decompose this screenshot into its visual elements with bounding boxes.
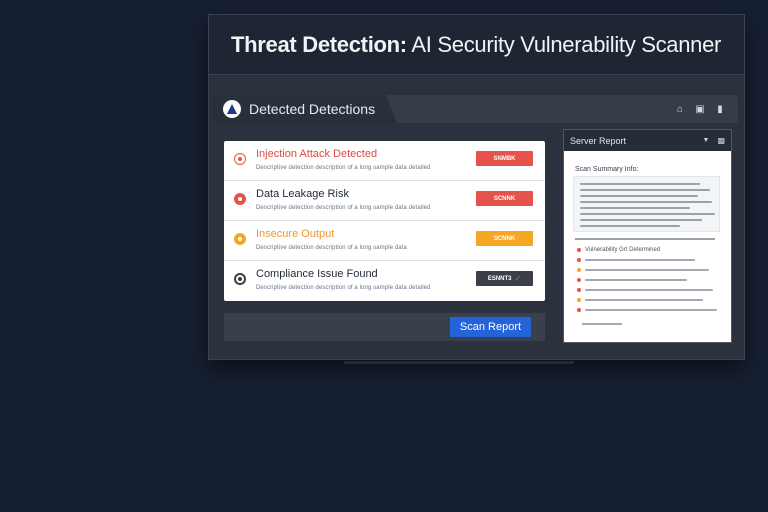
finding-item xyxy=(577,256,695,264)
shadow-divider xyxy=(344,361,574,364)
title-bar: Threat Detection: AI Security Vulnerabil… xyxy=(209,15,744,75)
toolbar-icons: ⌂ ▣ ▮ xyxy=(674,104,738,115)
home-icon[interactable]: ⌂ xyxy=(674,104,686,115)
threat-action-button[interactable]: ESNNT3 ✓ xyxy=(476,271,533,286)
threat-title: Compliance Issue Found xyxy=(256,268,378,280)
threat-description: Descriptive detection description of a l… xyxy=(256,285,431,291)
chevron-down-icon[interactable]: ▼ xyxy=(703,137,710,144)
divider xyxy=(575,238,715,240)
threat-row[interactable]: Insecure Output Descriptive detection de… xyxy=(224,221,545,261)
threat-row[interactable]: Injection Attack Detected Descriptive de… xyxy=(224,141,545,181)
summary-label: Scan Summary Info: xyxy=(575,166,639,173)
toolbar: Detected Detections ⌂ ▣ ▮ xyxy=(213,95,738,123)
bookmark-icon[interactable]: ▮ xyxy=(714,104,726,115)
finding-item xyxy=(577,266,709,274)
alert-icon xyxy=(234,193,246,205)
app-title-bold: Threat Detection: xyxy=(231,31,407,57)
tab-detected-detections[interactable]: Detected Detections xyxy=(213,95,397,123)
expand-icon[interactable]: ▩ xyxy=(717,136,725,145)
report-title: Server Report xyxy=(570,135,627,146)
document-icon[interactable]: ▣ xyxy=(694,104,706,115)
finding-header: Vulnerability Grt Determined xyxy=(577,246,660,254)
scanner-logo-icon xyxy=(223,100,241,118)
summary-box xyxy=(573,176,720,232)
threat-title: Injection Attack Detected xyxy=(256,148,378,160)
threat-list: Injection Attack Detected Descriptive de… xyxy=(224,141,545,301)
findings-label: Vulnerability Grt Determined xyxy=(585,247,661,253)
scanner-window: Threat Detection: AI Security Vulnerabil… xyxy=(208,14,745,360)
warning-icon xyxy=(234,233,246,245)
threat-description: Descriptive detection description of a l… xyxy=(256,205,431,211)
check-icon: ✓ xyxy=(514,274,522,283)
report-footer xyxy=(582,323,622,325)
threat-action-button[interactable]: SCNNK xyxy=(476,231,533,246)
threat-description: Descriptive detection description of a l… xyxy=(256,165,431,171)
threat-action-button[interactable]: SNMBK xyxy=(476,151,533,166)
threat-title: Data Leakage Risk xyxy=(256,188,349,200)
finding-item xyxy=(577,296,703,304)
alert-icon xyxy=(234,153,246,165)
finding-item xyxy=(577,286,713,294)
threat-row[interactable]: Data Leakage Risk Descriptive detection … xyxy=(224,181,545,221)
threat-description: Descriptive detection description of a l… xyxy=(256,245,407,251)
report-header: Server Report ▼ ▩ xyxy=(564,130,731,151)
threat-row[interactable]: Compliance Issue Found Descriptive detec… xyxy=(224,261,545,301)
finding-item xyxy=(577,276,687,284)
threat-action-button[interactable]: SCNNK xyxy=(476,191,533,206)
app-title: Threat Detection: AI Security Vulnerabil… xyxy=(231,32,721,58)
tab-label: Detected Detections xyxy=(249,101,376,117)
threat-title: Insecure Output xyxy=(256,228,335,240)
threat-action-label: ESNNT3 xyxy=(487,275,512,282)
app-title-rest: AI Security Vulnerability Scanner xyxy=(406,31,722,57)
info-icon xyxy=(234,273,246,285)
scan-report-button[interactable]: Scan Report xyxy=(450,317,531,337)
finding-item xyxy=(577,306,717,314)
report-panel: Server Report ▼ ▩ Scan Summary Info: Vul… xyxy=(563,129,732,343)
